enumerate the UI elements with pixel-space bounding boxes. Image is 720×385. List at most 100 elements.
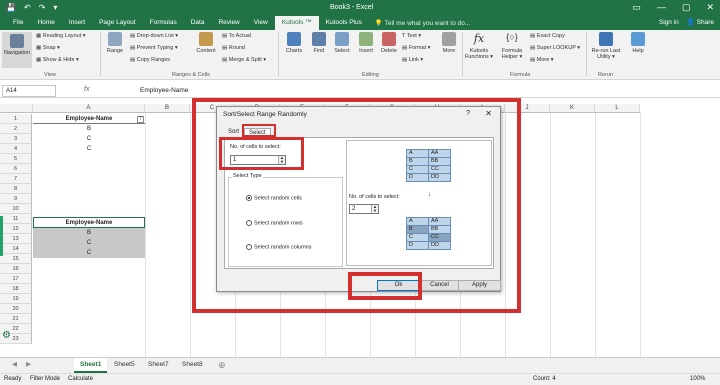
exact-copy-button[interactable]: ▤ Exact Copy [530,33,565,39]
row-header-4[interactable]: 4 [0,144,32,154]
navigation-button[interactable]: Navigation [2,32,32,68]
name-box[interactable]: A14 [2,85,56,97]
radio-random-rows[interactable]: Select random rows [246,220,303,226]
tell-me-box[interactable]: 💡 Tell me what you want to do... [375,19,470,27]
dialog-close-button[interactable]: ✕ [485,109,492,118]
super-lookup-button[interactable]: ▤ Super LOOKUP ▾ [530,45,580,51]
tab-view[interactable]: View [247,16,275,30]
row-header-5[interactable]: 5 [0,154,32,164]
to-actual-button[interactable]: ▤ To Actual [222,33,251,39]
formula-helper-button[interactable]: {○} Formula Helper ▾ [497,32,527,60]
drop-down-list-button[interactable]: ▤ Drop-down List ▾ [130,33,178,39]
apply-button[interactable]: Apply [458,280,501,291]
radio-random-cells[interactable]: Select random cells [246,195,302,201]
sheet-tab-sheet7[interactable]: Sheet7 [142,358,175,373]
row-header-6[interactable]: 6 [0,164,32,174]
formula-input[interactable]: Employee-Name [140,87,188,94]
row-header-13[interactable]: 13 [0,234,32,244]
kutools-gear-icon[interactable]: ⚙ [2,330,11,341]
share-button[interactable]: 👤 Share [687,16,714,30]
rerun-button[interactable]: Re-run Last Utility ▾ [590,32,622,60]
link-button[interactable]: ▤ Link ▾ [402,57,423,63]
row-header-7[interactable]: 7 [0,174,32,184]
cell-a17[interactable]: C [33,248,145,258]
tab-formulas[interactable]: Formulas [143,16,184,30]
tab-kutools-plus[interactable]: Kutools Plus [319,16,369,30]
row-header-11[interactable]: 11 [0,214,32,224]
insert-button[interactable]: Insert [356,32,376,54]
sheet-tab-sheet1[interactable]: Sheet1 [74,358,108,373]
select-button[interactable]: Select [331,32,353,54]
help-button[interactable]: Help [628,32,648,54]
copy-ranges-button[interactable]: ▤ Copy Ranges [130,57,170,63]
tab-home[interactable]: Home [30,16,61,30]
scroll-right-icon[interactable]: ▶ [20,358,37,373]
row-header-20[interactable]: 20 [0,304,32,314]
cell-a1[interactable]: Employee-Name [33,114,145,124]
column-header-k[interactable]: K [550,104,595,113]
show-hide-button[interactable]: ▦ Show & Hide ▾ [36,57,79,63]
cell-a14[interactable]: Employee-Name [33,217,145,228]
insert-function-icon[interactable]: fx [84,86,89,93]
charts-button[interactable]: Charts [283,32,305,54]
tab-page-layout[interactable]: Page Layout [92,16,143,30]
cell-a3[interactable]: C [33,134,145,144]
column-header-a[interactable]: A [33,104,145,113]
delete-button[interactable]: Delete [378,32,400,54]
redo-icon[interactable]: ↷ [39,3,46,12]
row-header-19[interactable]: 19 [0,294,32,304]
select-all-corner[interactable] [0,104,33,113]
more-formula-button[interactable]: ▤ More ▾ [530,57,554,63]
new-sheet-icon[interactable]: ⊕ [212,358,232,373]
column-header-b[interactable]: B [145,104,190,113]
cell-a2[interactable]: B [33,124,145,134]
text-button[interactable]: T Text ▾ [402,33,421,39]
reading-layout-button[interactable]: ▦ Reading Layout ▾ [36,33,86,39]
row-header-3[interactable]: 3 [0,134,32,144]
row-header-16[interactable]: 16 [0,264,32,274]
cell-a4[interactable]: C [33,144,145,154]
tab-review[interactable]: Review [211,16,246,30]
tab-sort[interactable]: Sort [224,128,243,137]
column-header-l[interactable]: L [595,104,640,113]
cell-a16[interactable]: C [33,238,145,248]
cancel-button[interactable]: Cancel [418,280,461,291]
ribbon-display-icon[interactable]: ▭ [632,2,641,13]
undo-icon[interactable]: ↶ [24,3,31,12]
find-button[interactable]: Find [310,32,328,54]
customize-qat-icon[interactable]: ▾ [53,3,57,12]
sheet-tab-sheet5[interactable]: Sheet5 [108,358,141,373]
sign-in-link[interactable]: Sign in [659,16,679,30]
row-header-8[interactable]: 8 [0,184,32,194]
filter-dropdown-icon[interactable]: ⊤ [137,116,144,123]
status-calculate[interactable]: Calculate [68,374,93,385]
row-header-2[interactable]: 2 [0,124,32,134]
radio-random-columns[interactable]: Select random columns [246,244,311,250]
tab-kutools[interactable]: Kutools ™ [274,16,319,30]
row-header-12[interactable]: 12 [0,224,32,234]
round-button[interactable]: ▤ Round [222,45,245,51]
row-header-21[interactable]: 21 [0,314,32,324]
close-button[interactable]: ✕ [706,2,714,13]
row-header-17[interactable]: 17 [0,274,32,284]
content-button[interactable]: Content [193,32,219,54]
format-button[interactable]: ▤ Format ▾ [402,45,430,51]
cell-a15[interactable]: B [33,228,145,238]
row-header-18[interactable]: 18 [0,284,32,294]
row-header-10[interactable]: 10 [0,204,32,214]
maximize-button[interactable]: ▢ [682,2,691,13]
zoom-level[interactable]: 100% [690,374,705,385]
merge-split-button[interactable]: ▤ Merge & Split ▾ [222,57,266,63]
minimize-button[interactable]: — [657,2,666,13]
range-button[interactable]: Range [104,32,126,54]
tab-file[interactable]: File [6,16,30,30]
row-header-15[interactable]: 15 [0,254,32,264]
row-header-1[interactable]: 1 [0,114,32,124]
snap-button[interactable]: ▦ Snap ▾ [36,45,60,51]
sheet-tab-sheet8[interactable]: Sheet8 [176,358,209,373]
save-icon[interactable]: 💾 [6,3,16,12]
row-header-14[interactable]: 14 [0,244,32,254]
more-editing-button[interactable]: More [440,32,458,54]
prevent-typing-button[interactable]: ▤ Prevent Typing ▾ [130,45,178,51]
row-header-9[interactable]: 9 [0,194,32,204]
